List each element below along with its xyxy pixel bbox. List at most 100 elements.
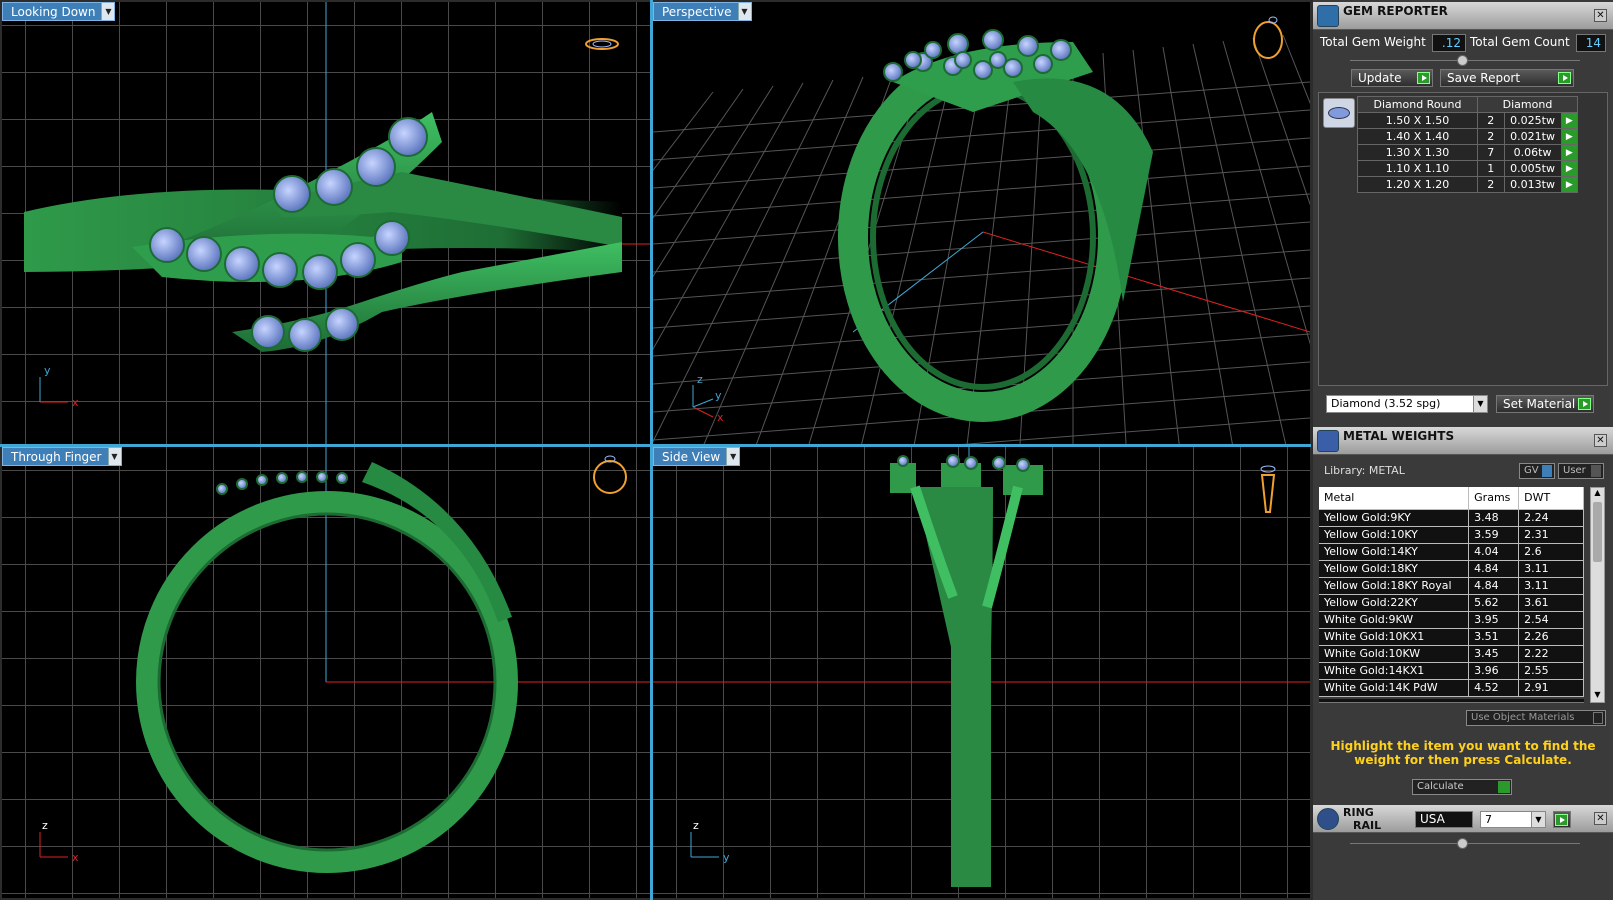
chevron-down-icon[interactable]: ▼ <box>1592 690 1603 702</box>
metal-row[interactable]: Yellow Gold:22KY 5.62 3.61 <box>1319 594 1584 612</box>
viewport-side-view[interactable]: z y Side View ▼ <box>653 447 1310 898</box>
play-icon[interactable]: ▶ <box>1560 112 1579 129</box>
gem-row[interactable]: 1.10 X 1.10 1 0.005tw ▶ <box>1357 160 1579 177</box>
play-icon[interactable]: ▶ <box>1560 160 1579 177</box>
gem-stone <box>288 318 322 352</box>
metal-dwt: 2.55 <box>1518 662 1584 680</box>
gem-stone <box>388 117 428 157</box>
metal-row[interactable]: White Gold:10KW 3.45 2.22 <box>1319 645 1584 663</box>
metal-row[interactable]: White Gold:14KX1 3.96 2.55 <box>1319 662 1584 680</box>
chevron-down-icon[interactable]: ▼ <box>101 3 115 20</box>
gem-row[interactable]: 1.50 X 1.50 2 0.025tw ▶ <box>1357 112 1579 129</box>
metal-table-header: Grams <box>1468 487 1520 510</box>
gem-row[interactable]: 1.30 X 1.30 7 0.06tw ▶ <box>1357 144 1579 161</box>
svg-text:z: z <box>697 373 703 386</box>
ring-size-country[interactable]: USA <box>1415 811 1473 828</box>
set-material-button[interactable]: Set Material <box>1496 395 1594 413</box>
orientation-ring-icon <box>593 455 627 494</box>
gem-stone <box>897 455 909 467</box>
play-icon[interactable]: ▶ <box>1560 144 1579 161</box>
chevron-up-icon[interactable]: ▲ <box>1592 488 1603 500</box>
gem-stone <box>340 242 376 278</box>
close-icon[interactable]: ✕ <box>1594 434 1607 447</box>
metal-dwt: 2.26 <box>1518 628 1584 646</box>
metal-row[interactable]: Yellow Gold:14KY 4.04 2.6 <box>1319 543 1584 561</box>
metal-row[interactable]: White Gold:9KW 3.95 2.54 <box>1319 611 1584 629</box>
gem-stone <box>946 454 960 468</box>
gem-row[interactable]: 1.20 X 1.20 2 0.013tw ▶ <box>1357 176 1579 193</box>
scrollbar-thumb[interactable] <box>1593 502 1602 562</box>
viewport-label-dropdown[interactable]: Through Finger ▼ <box>2 447 122 466</box>
metal-row[interactable]: White Gold:10KX1 3.51 2.26 <box>1319 628 1584 646</box>
material-select[interactable]: Diamond (3.52 spg) ▼ <box>1326 395 1488 413</box>
calculate-hint: Highlight the item you want to find the … <box>1330 739 1596 767</box>
gem-weight: 0.06tw <box>1503 144 1562 161</box>
ring-size-select[interactable]: 7 ▼ <box>1480 811 1546 828</box>
metal-table-scrollbar[interactable]: ▲ ▼ <box>1590 487 1605 703</box>
metal-row[interactable]: Yellow Gold:18KY Royal 4.84 3.11 <box>1319 577 1584 595</box>
metal-grams: 5.62 <box>1468 594 1520 612</box>
metal-row[interactable]: Yellow Gold:10KY 3.59 2.31 <box>1319 526 1584 544</box>
play-icon[interactable]: ▶ <box>1560 176 1579 193</box>
gem-stone <box>1050 39 1072 61</box>
viewport-through-finger[interactable]: z x Through Finger ▼ <box>2 447 650 898</box>
metal-grams: 3.95 <box>1468 611 1520 629</box>
metal-grams: 4.84 <box>1468 560 1520 578</box>
svg-text:y: y <box>44 364 51 377</box>
metal-row[interactable]: White Gold:14K PdW 4.52 2.91 <box>1319 679 1584 697</box>
total-gem-weight-value: .12 <box>1432 34 1466 52</box>
gem-size: 1.30 X 1.30 <box>1357 144 1478 161</box>
metal-dwt: 3.61 <box>1518 594 1584 612</box>
viewport-looking-down[interactable]: y x Looking Down ▼ <box>2 2 650 444</box>
gem-row[interactable]: 1.40 X 1.40 2 0.021tw ▶ <box>1357 128 1579 145</box>
close-icon[interactable]: ✕ <box>1594 812 1607 825</box>
metal-name: Yellow Gold:9KY <box>1319 509 1470 527</box>
gv-toggle[interactable]: GV <box>1519 463 1555 479</box>
metal-table: Metal Grams DWT Yellow Gold:9KY 3.48 2.24 Y… <box>1319 487 1584 697</box>
viewport-label-dropdown[interactable]: Perspective ▼ <box>653 2 752 21</box>
metal-dwt: 2.24 <box>1518 509 1584 527</box>
orientation-ring-icon <box>1260 465 1276 513</box>
gem-count: 1 <box>1477 160 1505 177</box>
panel-splitter-handle[interactable] <box>1457 55 1468 66</box>
metal-row[interactable]: Yellow Gold:18KY 4.84 3.11 <box>1319 560 1584 578</box>
use-object-materials-toggle[interactable]: Use Object Materials <box>1466 710 1606 726</box>
calculate-button[interactable]: Calculate <box>1412 779 1512 795</box>
metal-row[interactable]: Yellow Gold:9KY 3.48 2.24 <box>1319 509 1584 527</box>
play-icon[interactable]: ▶ <box>1560 128 1579 145</box>
chevron-down-icon[interactable]: ▼ <box>107 448 121 465</box>
metal-grams: 4.52 <box>1468 679 1520 697</box>
update-button[interactable]: Update <box>1351 69 1433 87</box>
metal-dwt: 2.54 <box>1518 611 1584 629</box>
metal-dwt: 3.11 <box>1518 577 1584 595</box>
axis-indicator: z x <box>39 819 79 864</box>
chevron-down-icon[interactable]: ▼ <box>737 3 751 20</box>
viewport-perspective[interactable]: z y x Perspective ▼ <box>653 2 1310 444</box>
gem-stone <box>302 254 338 290</box>
gem-table-header: Diamond Round <box>1357 96 1478 113</box>
total-gem-count-value: 14 <box>1576 34 1606 52</box>
gem-stone <box>315 168 353 206</box>
gem-stone <box>325 307 359 341</box>
close-icon[interactable]: ✕ <box>1594 9 1607 22</box>
metal-grams: 3.45 <box>1468 645 1520 663</box>
svg-text:y: y <box>715 389 722 402</box>
gem-size: 1.50 X 1.50 <box>1357 112 1478 129</box>
user-toggle[interactable]: User <box>1558 463 1604 479</box>
viewport-label-dropdown[interactable]: Looking Down ▼ <box>2 2 116 21</box>
orientation-ring-icon <box>1253 16 1283 59</box>
metal-weights-title: METAL WEIGHTS <box>1343 429 1455 443</box>
panel-splitter-handle[interactable] <box>1457 838 1468 849</box>
save-report-button[interactable]: Save Report <box>1440 69 1574 87</box>
ring-top-view: y x <box>24 2 650 444</box>
ring-rail-title: RING <box>1343 806 1374 819</box>
metal-weights-icon <box>1317 430 1339 452</box>
viewport-label-dropdown[interactable]: Side View ▼ <box>653 447 741 466</box>
chevron-down-icon[interactable]: ▼ <box>726 448 740 465</box>
play-icon <box>1498 781 1510 793</box>
metal-weights-header: METAL WEIGHTS ✕ <box>1313 427 1613 455</box>
chevron-down-icon: ▼ <box>1473 396 1487 412</box>
total-gem-weight-label: Total Gem Weight <box>1320 35 1426 49</box>
play-icon <box>1417 72 1430 84</box>
ring-rail-go-button[interactable] <box>1553 811 1571 828</box>
